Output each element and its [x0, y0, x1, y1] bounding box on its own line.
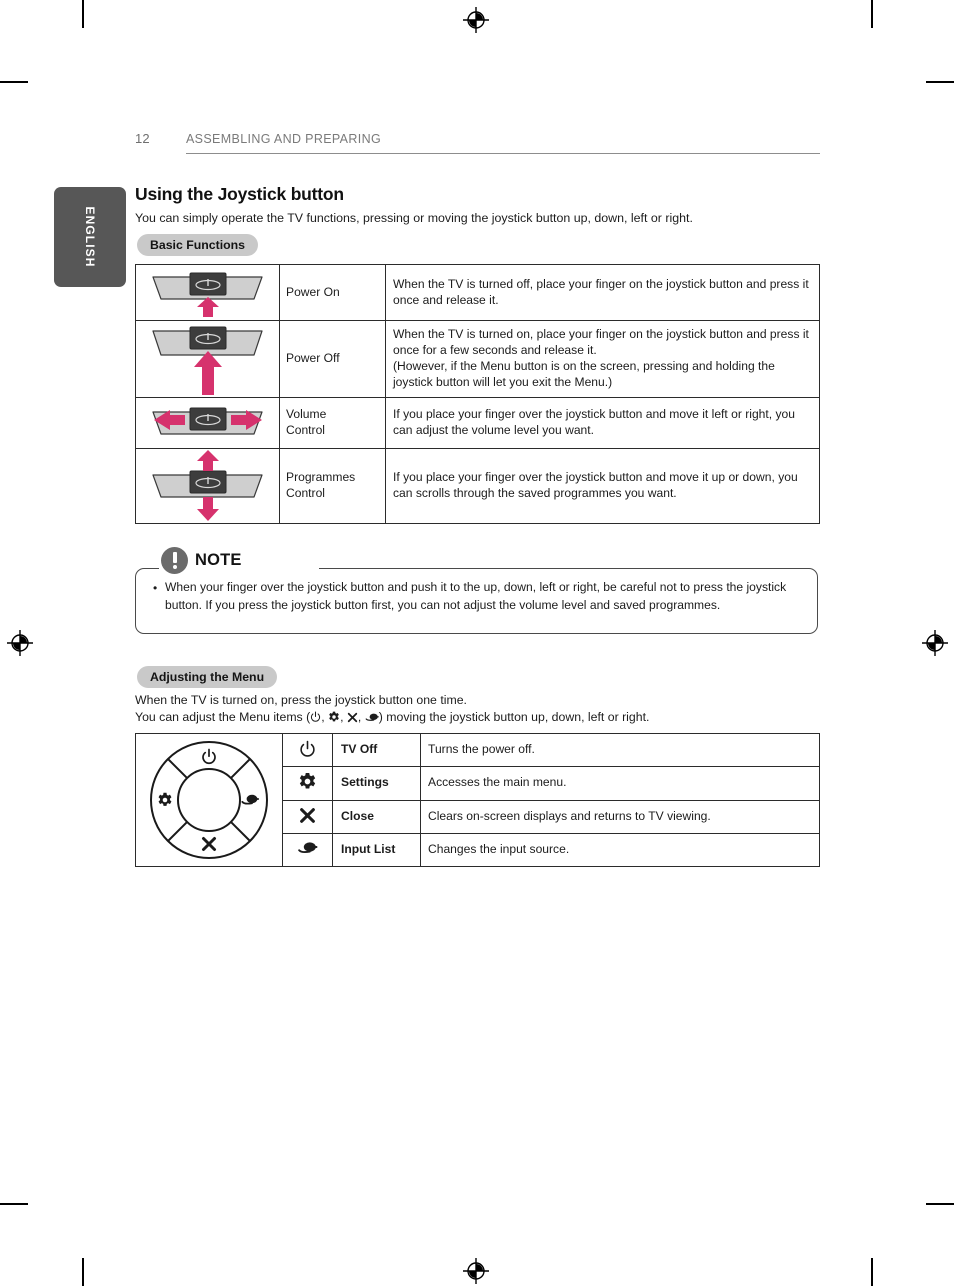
basic-functions-pill: Basic Functions [137, 234, 258, 256]
registration-mark-right [922, 630, 948, 656]
basic-functions-table: Power On When the TV is turned off, plac… [135, 264, 820, 524]
language-tab: ENGLISH [54, 187, 126, 287]
menu-icon-cell-tv-off [282, 732, 333, 768]
language-tab-label: ENGLISH [83, 206, 97, 268]
table-row: Volume Control If you place your finger … [135, 397, 820, 449]
illustration-cell-programmes [135, 448, 280, 524]
power-icon [299, 740, 316, 758]
function-description-programmes-control: If you place your finger over the joysti… [385, 448, 820, 524]
table-row: TV Off Turns the power off. [135, 732, 820, 867]
function-label-volume-control: Volume Control [279, 397, 386, 449]
crop-mark-right-bottom-horizontal [926, 1203, 954, 1205]
input-list-icon [365, 712, 379, 723]
gear-icon [328, 711, 340, 723]
adjusting-menu-sep-1: , [321, 710, 329, 724]
function-label-power-on: Power On [279, 264, 386, 321]
joystick-wheel-diagram [136, 734, 282, 866]
table-row: Programmes Control If you place your fin… [135, 448, 820, 524]
function-description-power-on: When the TV is turned off, place your fi… [385, 264, 820, 321]
crop-mark-right-top-horizontal [926, 81, 954, 83]
tv-joystick-left-right-arrows-illustration [136, 398, 279, 448]
tv-joystick-up-down-arrows-illustration [136, 449, 279, 523]
illustration-cell-power-on [135, 264, 280, 321]
menu-item-name-tv-off: TV Off [332, 732, 421, 768]
illustration-cell-volume [135, 397, 280, 449]
header-divider [186, 153, 820, 154]
page-number: 12 [135, 131, 150, 146]
note-callout: NOTE • When your finger over the joystic… [135, 543, 818, 634]
registration-mark-top [463, 7, 489, 33]
menu-item-name-close: Close [332, 799, 421, 834]
function-label-programmes-control: Programmes Control [279, 448, 386, 524]
menu-item-description-settings: Accesses the main menu. [420, 766, 820, 801]
page-title: Using the Joystick button [135, 184, 344, 204]
adjusting-menu-line1: When the TV is turned on, press the joys… [135, 693, 467, 707]
page-header: 12 ASSEMBLING AND PREPARING [135, 128, 820, 156]
tv-joystick-press-up-small-arrow-illustration [136, 265, 279, 320]
power-icon [310, 711, 321, 723]
crop-mark-bottom-left-vertical [82, 1258, 84, 1286]
registration-mark-left [7, 630, 33, 656]
menu-icon-cell-settings [282, 766, 333, 801]
adjusting-menu-line2: You can adjust the Menu items ( , , , ) … [135, 710, 649, 724]
exclamation-icon [161, 546, 188, 574]
input-list-icon [297, 840, 318, 856]
menu-icon-cell-close [282, 799, 333, 834]
joystick-wheel-cell [135, 733, 283, 867]
menu-item-description-tv-off: Turns the power off. [420, 732, 820, 768]
note-title: NOTE [195, 550, 242, 569]
function-description-volume-control: If you place your finger over the joysti… [385, 397, 820, 449]
crop-mark-left-top-horizontal [0, 81, 28, 83]
note-text: When your finger over the joystick butto… [165, 580, 787, 612]
table-row: Power On When the TV is turned off, plac… [135, 264, 820, 321]
close-x-icon [299, 807, 316, 824]
menu-item-description-input-list: Changes the input source. [420, 832, 820, 868]
tv-joystick-press-up-large-arrow-illustration [136, 321, 279, 397]
close-x-icon [347, 712, 358, 723]
function-label-power-off: Power Off [279, 320, 386, 398]
registration-mark-bottom [463, 1258, 489, 1284]
table-row: Power Off When the TV is turned on, plac… [135, 320, 820, 398]
running-header-title: ASSEMBLING AND PREPARING [186, 132, 382, 146]
function-description-power-off: When the TV is turned on, place your fin… [385, 320, 820, 398]
gear-icon [298, 772, 317, 791]
crop-mark-top-left-vertical [82, 0, 84, 28]
note-bullet-marker: • [153, 581, 158, 595]
menu-item-name-input-list: Input List [332, 832, 421, 868]
crop-mark-bottom-right-vertical [871, 1258, 873, 1286]
adjusting-menu-table: TV Off Turns the power off. Settings Acc… [135, 732, 820, 868]
menu-icon-cell-input-list [282, 832, 333, 868]
crop-mark-left-bottom-horizontal [0, 1203, 28, 1205]
adjusting-menu-pill: Adjusting the Menu [137, 666, 278, 688]
adjusting-menu-line2-prefix: You can adjust the Menu items ( [135, 710, 311, 724]
adjusting-menu-sep-3: , [357, 710, 365, 724]
crop-mark-top-right-vertical [871, 0, 873, 28]
adjusting-menu-line2-suffix: ) moving the joystick button up, down, l… [378, 710, 650, 724]
illustration-cell-power-off [135, 320, 280, 398]
adjusting-menu-sep-2: , [340, 710, 347, 724]
note-header: NOTE [161, 543, 250, 577]
section-intro-text: You can simply operate the TV functions,… [135, 211, 693, 225]
menu-item-description-close: Clears on-screen displays and returns to… [420, 799, 820, 834]
menu-item-name-settings: Settings [332, 766, 421, 801]
